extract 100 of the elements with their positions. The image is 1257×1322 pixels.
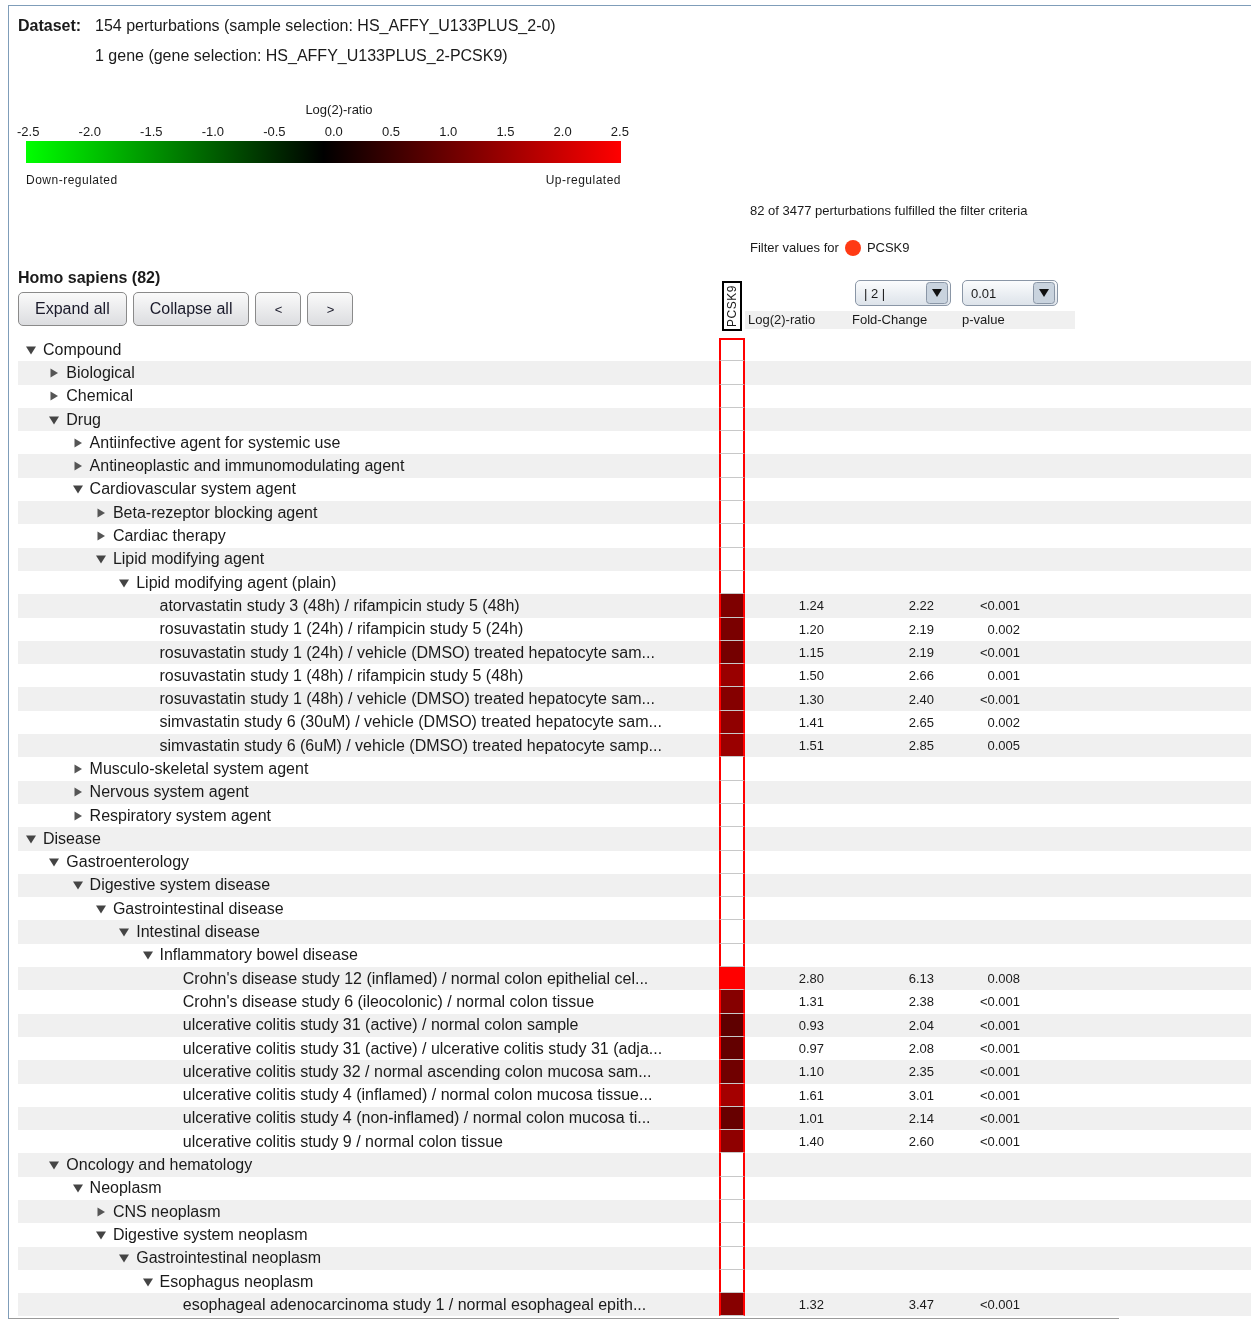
- caret-right-icon[interactable]: [72, 461, 83, 472]
- category-label[interactable]: Antiinfective agent for systemic use: [89, 433, 341, 452]
- category-label[interactable]: Gastroenterology: [66, 853, 190, 872]
- caret-down-icon[interactable]: [72, 1183, 83, 1194]
- caret-down-icon[interactable]: [49, 414, 60, 425]
- perturbation-label[interactable]: ulcerative colitis study 31 (active) / normal colon sample: [182, 1016, 579, 1035]
- heatmap-cell: [719, 920, 745, 944]
- caret-right-icon[interactable]: [95, 531, 106, 541]
- category-label[interactable]: Intestinal disease: [136, 923, 260, 942]
- category-label[interactable]: Nervous system agent: [89, 783, 249, 802]
- category-label[interactable]: Drug: [66, 410, 101, 429]
- caret-right-icon[interactable]: [72, 810, 83, 821]
- category-label[interactable]: Lipid modifying agent: [112, 550, 265, 569]
- category-label[interactable]: Oncology and hematology: [66, 1156, 253, 1175]
- caret-right-icon[interactable]: [72, 787, 83, 798]
- caret-down-icon[interactable]: [72, 484, 83, 495]
- column-header[interactable]: Fold-Change: [849, 311, 959, 329]
- scale-tick-label: -1.5: [140, 125, 163, 139]
- category-label[interactable]: Lipid modifying agent (plain): [136, 573, 337, 592]
- dataset-label: Dataset:: [18, 16, 83, 36]
- fold-change-dropdown[interactable]: | 2 |: [855, 280, 951, 306]
- perturbation-label[interactable]: simvastatin study 6 (6uM) / vehicle (DMSO) treated hepatocyte samp...: [159, 736, 662, 755]
- perturbation-label[interactable]: Crohn's disease study 12 (inflamed) / normal colon epithelial cel...: [182, 969, 649, 988]
- log-ratio-value: 1.51: [797, 738, 825, 754]
- category-label[interactable]: Compound: [43, 340, 122, 359]
- log-ratio-value: 1.31: [797, 994, 825, 1010]
- heatmap-cell: [719, 547, 745, 571]
- perturbation-label[interactable]: rosuvastatin study 1 (24h) / rifampicin study 5 (24h): [159, 620, 524, 639]
- caret-down-icon[interactable]: [72, 880, 83, 891]
- caret-down-icon[interactable]: [95, 1229, 106, 1240]
- perturbation-label[interactable]: ulcerative colitis study 31 (active) / ulcerative colitis study 31 (adja...: [182, 1039, 663, 1058]
- scale-tick-label: -2.0: [78, 125, 101, 139]
- p-value: <0.001: [978, 645, 1021, 660]
- perturbation-label[interactable]: ulcerative colitis study 9 / normal colon tissue: [182, 1132, 503, 1151]
- heatmap-cell: [719, 1176, 745, 1200]
- column-header[interactable]: p-value: [959, 311, 1028, 329]
- caret-down-icon[interactable]: [49, 857, 60, 868]
- category-label[interactable]: Chemical: [66, 387, 133, 406]
- perturbation-label[interactable]: simvastatin study 6 (30uM) / vehicle (DMSO) treated hepatocyte sam...: [159, 713, 662, 732]
- p-value-dropdown[interactable]: 0.01: [962, 280, 1058, 306]
- caret-right-icon[interactable]: [72, 437, 83, 448]
- caret-down-icon[interactable]: [95, 554, 106, 565]
- collapse-all-button[interactable]: Collapse all: [132, 292, 250, 326]
- p-value: 0.008: [986, 971, 1021, 987]
- caret-down-icon[interactable]: [119, 1253, 130, 1264]
- caret-down-icon[interactable]: [142, 950, 153, 961]
- heatmap-cell: [719, 407, 745, 432]
- column-header[interactable]: Log(2)-ratio: [745, 311, 849, 329]
- perturbation-label[interactable]: rosuvastatin study 1 (48h) / rifampicin study 5 (48h): [159, 666, 524, 685]
- category-label[interactable]: Biological: [66, 363, 135, 382]
- perturbation-label[interactable]: ulcerative colitis study 4 (inflamed) / normal colon mucosa tissue...: [182, 1086, 653, 1105]
- category-label[interactable]: Disease: [43, 829, 101, 848]
- p-value: <0.001: [978, 1110, 1021, 1126]
- heatmap-cell: [719, 873, 745, 898]
- category-label[interactable]: Neoplasm: [89, 1179, 162, 1198]
- perturbation-label[interactable]: ulcerative colitis study 4 (non-inflamed) / normal colon mucosa ti...: [182, 1109, 651, 1128]
- perturbation-label[interactable]: ulcerative colitis study 32 / normal ascending colon mucosa sam...: [182, 1062, 652, 1081]
- category-label[interactable]: Digestive system neoplasm: [112, 1225, 308, 1244]
- category-label[interactable]: Beta-rezeptor blocking agent: [112, 503, 318, 522]
- legend-title: Log(2)-ratio: [304, 102, 374, 118]
- heatmap-cell: [719, 338, 745, 362]
- next-button[interactable]: >: [307, 292, 354, 326]
- caret-right-icon[interactable]: [72, 764, 83, 774]
- category-label[interactable]: Cardiac therapy: [112, 527, 226, 545]
- caret-down-icon[interactable]: [26, 344, 36, 355]
- category-label[interactable]: Gastrointestinal disease: [112, 899, 284, 918]
- caret-down-icon[interactable]: [142, 1276, 153, 1287]
- category-label[interactable]: Gastrointestinal neoplasm: [136, 1249, 322, 1268]
- caret-down-icon[interactable]: [119, 577, 130, 588]
- caret-right-icon[interactable]: [49, 367, 60, 378]
- caret-down-icon[interactable]: [95, 903, 106, 914]
- perturbation-label[interactable]: atorvastatin study 3 (48h) / rifampicin study 5 (48h): [159, 596, 520, 615]
- fold-change-value: 2.85: [907, 738, 935, 754]
- category-label[interactable]: Digestive system disease: [89, 876, 271, 895]
- caret-right-icon[interactable]: [95, 1206, 106, 1217]
- heatmap-cell: [719, 734, 745, 758]
- caret-down-icon[interactable]: [49, 1160, 60, 1171]
- perturbation-label[interactable]: esophageal adenocarcinoma study 1 / normal esophageal epith...: [182, 1295, 647, 1314]
- previous-button[interactable]: <: [255, 292, 302, 326]
- caret-down-icon[interactable]: [26, 833, 36, 844]
- perturbation-label[interactable]: rosuvastatin study 1 (48h) / vehicle (DMSO) treated hepatocyte sam...: [159, 690, 655, 709]
- p-value: 0.002: [986, 621, 1021, 637]
- heatmap-cell: [719, 780, 745, 804]
- category-label[interactable]: CNS neoplasm: [112, 1202, 221, 1221]
- caret-right-icon[interactable]: [95, 507, 106, 518]
- perturbation-label[interactable]: Crohn's disease study 6 (ileocolonic) / normal colon tissue: [182, 992, 595, 1011]
- expand-all-button[interactable]: Expand all: [18, 292, 127, 326]
- caret-down-icon[interactable]: [119, 927, 130, 938]
- fold-change-value: 2.40: [907, 691, 935, 707]
- category-label[interactable]: Esophagus neoplasm: [159, 1272, 314, 1291]
- category-label[interactable]: Musculo-skeletal system agent: [89, 760, 309, 778]
- p-value: <0.001: [978, 1087, 1021, 1103]
- category-label[interactable]: Cardiovascular system agent: [89, 480, 296, 499]
- category-label[interactable]: Inflammatory bowel disease: [159, 946, 358, 965]
- fold-change-value: 2.65: [907, 714, 935, 730]
- caret-right-icon[interactable]: [49, 391, 60, 402]
- gene-column-header[interactable]: PCSK9: [722, 281, 742, 331]
- category-label[interactable]: Respiratory system agent: [89, 806, 271, 825]
- perturbation-label[interactable]: rosuvastatin study 1 (24h) / vehicle (DMSO) treated hepatocyte sam...: [159, 643, 655, 662]
- heatmap-cell: [719, 1013, 745, 1037]
